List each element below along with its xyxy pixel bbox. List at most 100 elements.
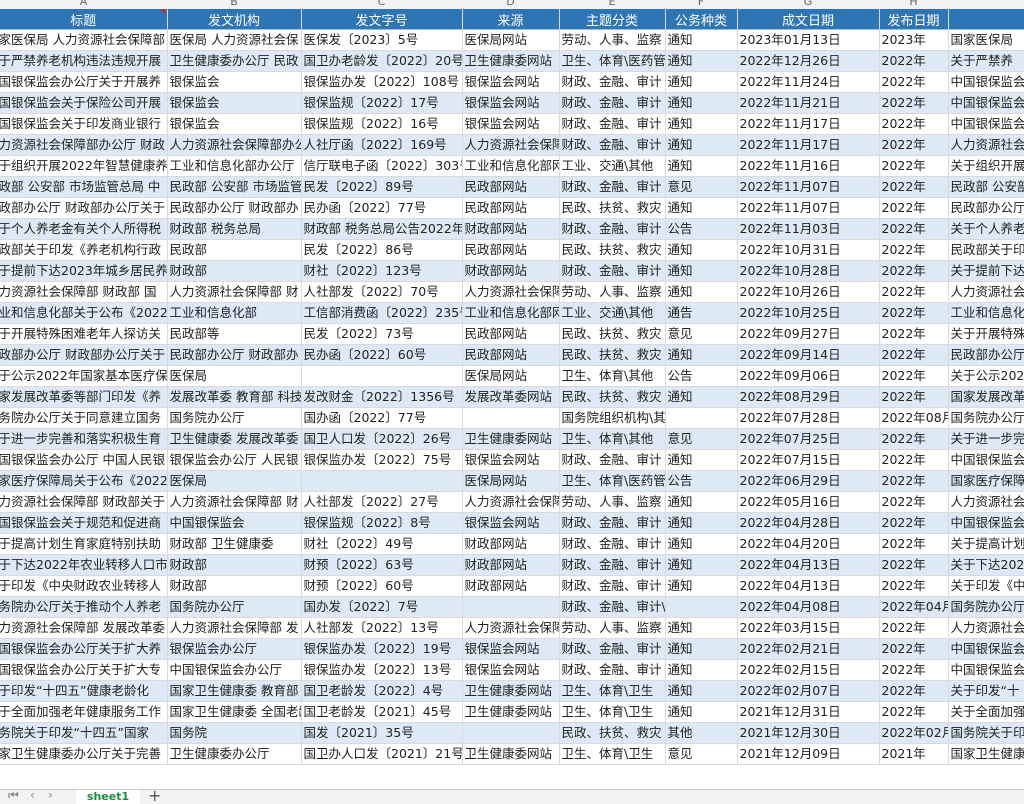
table-cell[interactable]: 2022年 (879, 365, 949, 387)
table-cell[interactable]: 财政部网站 (462, 575, 560, 597)
table-cell[interactable]: 关于提前下达 (948, 260, 1024, 282)
table-cell[interactable]: 国卫老龄发〔2022〕4号 (301, 680, 463, 702)
table-cell[interactable]: 财社〔2022〕123号 (301, 260, 463, 282)
table-cell[interactable]: 通知 (665, 134, 738, 156)
table-cell[interactable]: 国家发展改革委等部门印发《养 (0, 386, 168, 408)
table-cell[interactable]: 国家卫生健康 (948, 743, 1024, 765)
table-cell[interactable]: 通知 (665, 575, 738, 597)
table-cell[interactable]: 2022年10月31日 (737, 239, 880, 261)
table-cell[interactable]: 财政部 税务总局 (167, 218, 302, 240)
table-cell[interactable]: 2022年09月06日 (737, 365, 880, 387)
table-cell[interactable]: 民政、扶贫、救灾 (559, 197, 666, 219)
table-cell[interactable]: 人力资源社会保障部 发 (167, 617, 302, 639)
table-cell[interactable]: 财预〔2022〕63号 (301, 554, 463, 576)
table-cell[interactable]: 关于提高计划生育家庭特别扶助 (0, 533, 168, 555)
table-cell[interactable]: 2022年08月 (879, 407, 949, 429)
table-cell[interactable]: 劳动、人事、监察 (559, 491, 666, 513)
table-cell[interactable]: 2022年09月27日 (737, 323, 880, 345)
table-cell[interactable]: 财政部 (167, 260, 302, 282)
table-cell[interactable]: 通知 (665, 155, 738, 177)
table-cell[interactable]: 2022年07月25日 (737, 428, 880, 450)
table-cell[interactable]: 通知 (665, 680, 738, 702)
column-letter-c[interactable]: C (301, 0, 462, 9)
table-cell[interactable]: 中国银保监会办公厅关于扩大养 (0, 638, 168, 660)
table-cell[interactable]: 国务院组织机构\其他 (559, 407, 666, 429)
table-cell[interactable]: 国家发展改革 (948, 386, 1024, 408)
table-cell[interactable]: 国卫人口发〔2022〕26号 (301, 428, 463, 450)
table-cell[interactable]: 民办函〔2022〕60号 (301, 344, 463, 366)
table-cell[interactable]: 关于印发《中央财政农业转移人 (0, 575, 168, 597)
table-cell[interactable]: 通知 (665, 92, 738, 114)
table-cell[interactable]: 2021年12月30日 (737, 722, 880, 744)
table-cell[interactable]: 通知 (665, 239, 738, 261)
table-cell[interactable] (301, 365, 463, 387)
table-cell[interactable]: 财政、金融、审计 (559, 449, 666, 471)
table-cell[interactable]: 2023年01月13日 (737, 29, 880, 51)
table-cell[interactable]: 民发〔2022〕86号 (301, 239, 463, 261)
table-cell[interactable]: 工信部消费函〔2022〕235号 (301, 302, 463, 324)
table-cell[interactable]: 2022年 (879, 239, 949, 261)
table-cell[interactable]: 财政部 卫生健康委 (167, 533, 302, 555)
table-cell[interactable]: 银保监会网站 (462, 71, 560, 93)
table-cell[interactable]: 医保局网站 (462, 470, 560, 492)
table-cell[interactable]: 财政、金融、审计 (559, 512, 666, 534)
table-cell[interactable]: 人力资源社会保障部 财政部 国 (0, 281, 168, 303)
table-cell[interactable]: 通知 (665, 260, 738, 282)
table-cell[interactable]: 2022年 (879, 197, 949, 219)
table-cell[interactable]: 发改财金〔2022〕1356号 (301, 386, 463, 408)
table-cell[interactable]: 民政部网站 (462, 239, 560, 261)
table-cell[interactable]: 卫生、体育\卫生 (559, 743, 666, 765)
table-cell[interactable]: 银保监办发〔2022〕13号 (301, 659, 463, 681)
table-cell[interactable]: 人力资源社会 (948, 491, 1024, 513)
table-cell[interactable]: 2022年02月07日 (737, 680, 880, 702)
table-cell[interactable]: 2021年 (879, 743, 949, 765)
column-letter-e[interactable]: E (559, 0, 665, 9)
table-cell[interactable]: 人社部发〔2022〕70号 (301, 281, 463, 303)
table-cell[interactable]: 工业和信息化部网 (462, 302, 560, 324)
column-letter-g[interactable]: G (737, 0, 879, 9)
table-cell[interactable]: 通知 (665, 512, 738, 534)
table-cell[interactable]: 关于组织开展 (948, 155, 1024, 177)
column-header[interactable]: 发文字号 (301, 9, 463, 30)
table-cell[interactable]: 关于公示2022年国家基本医疗保 (0, 365, 168, 387)
table-cell[interactable]: 民政部办公厅 财政部办 (167, 344, 302, 366)
table-cell[interactable]: 人力资源社会 (948, 617, 1024, 639)
table-cell[interactable]: 2022年 (879, 134, 949, 156)
table-cell[interactable]: 民政、扶贫、救灾 (559, 722, 666, 744)
table-cell[interactable]: 中国银保监会 (948, 113, 1024, 135)
table-cell[interactable]: 国家卫生健康委办公厅关于完善 (0, 743, 168, 765)
table-cell[interactable]: 国务院办公厅 (948, 407, 1024, 429)
table-cell[interactable]: 2022年 (879, 680, 949, 702)
column-header[interactable]: 来源 (462, 9, 560, 30)
table-cell[interactable]: 国务院办公厅关于同意建立国务 (0, 407, 168, 429)
table-cell[interactable]: 卫生健康委网站 (462, 428, 560, 450)
table-cell[interactable]: 医保局 (167, 365, 302, 387)
table-cell[interactable]: 国务院办公厅 (167, 407, 302, 429)
table-cell[interactable]: 银保监规〔2022〕8号 (301, 512, 463, 534)
table-cell[interactable]: 关于全面加强 (948, 701, 1024, 723)
column-header[interactable] (948, 9, 1024, 30)
table-cell[interactable]: 2022年11月24日 (737, 71, 880, 93)
table-cell[interactable]: 民政、扶贫、救灾 (559, 344, 666, 366)
table-cell[interactable]: 2022年 (879, 323, 949, 345)
table-cell[interactable]: 财政部网站 (462, 533, 560, 555)
table-cell[interactable]: 银保监会办公厅 (167, 638, 302, 660)
table-cell[interactable]: 银保监会网站 (462, 92, 560, 114)
table-cell[interactable]: 中国银保监会关于印发商业银行 (0, 113, 168, 135)
table-cell[interactable]: 中国银保监会办公厅关于开展养 (0, 71, 168, 93)
table-cell[interactable]: 2023年 (879, 29, 949, 51)
column-letter-f[interactable]: F (665, 0, 737, 9)
table-cell[interactable]: 通知 (665, 50, 738, 72)
table-cell[interactable]: 民发〔2022〕73号 (301, 323, 463, 345)
table-cell[interactable]: 2022年02月 (879, 722, 949, 744)
table-cell[interactable]: 2022年 (879, 50, 949, 72)
table-cell[interactable]: 2022年 (879, 491, 949, 513)
table-cell[interactable]: 2022年04月20日 (737, 533, 880, 555)
table-cell[interactable]: 医保局网站 (462, 365, 560, 387)
table-cell[interactable]: 意见 (665, 176, 738, 198)
table-cell[interactable]: 信厅联电子函〔2022〕303号 (301, 155, 463, 177)
table-cell[interactable]: 通知 (665, 344, 738, 366)
table-cell[interactable]: 通知 (665, 197, 738, 219)
table-cell[interactable]: 公告 (665, 470, 738, 492)
table-cell[interactable]: 2021年12月09日 (737, 743, 880, 765)
